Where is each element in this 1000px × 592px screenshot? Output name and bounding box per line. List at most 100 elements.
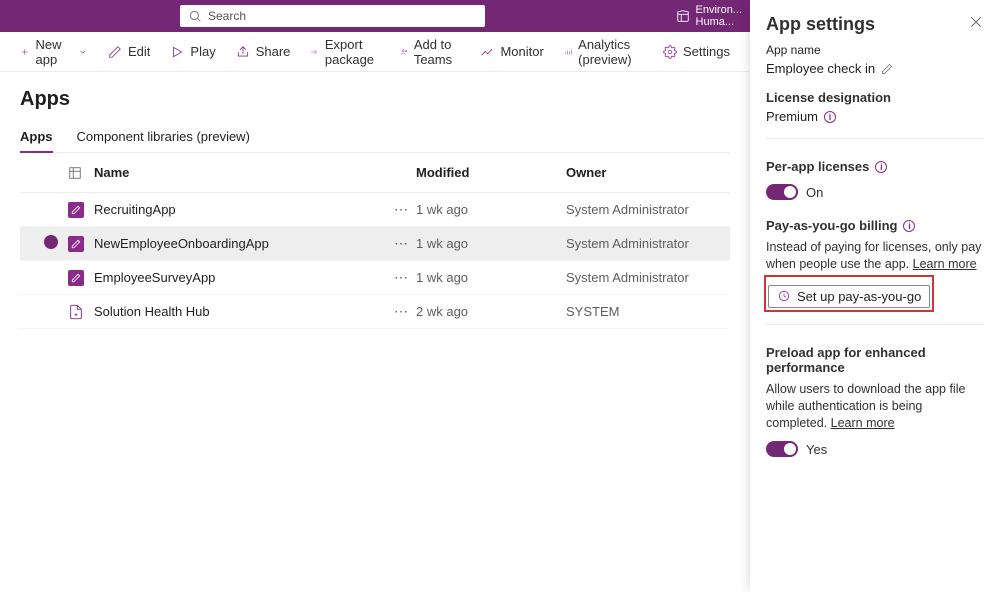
app-name-cell[interactable]: Solution Health Hub bbox=[94, 304, 394, 319]
page-title: Apps bbox=[20, 88, 730, 111]
edit-label: Edit bbox=[128, 44, 150, 59]
app-name-value: Employee check in bbox=[766, 61, 875, 76]
model-app-icon bbox=[68, 304, 84, 320]
preload-toggle[interactable] bbox=[766, 441, 798, 457]
per-app-licenses-toggle[interactable] bbox=[766, 184, 798, 200]
table-row[interactable]: Solution Health Hub⋯ 2 wk agoSYSTEM bbox=[20, 295, 730, 329]
analytics-icon bbox=[564, 45, 572, 59]
new-app-label: New app bbox=[36, 37, 71, 67]
play-icon bbox=[170, 45, 184, 59]
teams-label: Add to Teams bbox=[414, 37, 461, 67]
grid-header-row: Name Modified Owner bbox=[20, 153, 730, 193]
app-launcher-placeholder bbox=[8, 4, 32, 28]
table-row[interactable]: RecruitingApp⋯ 1 wk agoSystem Administrat… bbox=[20, 193, 730, 227]
teams-icon bbox=[400, 45, 408, 59]
tab-component-libraries[interactable]: Component libraries (preview) bbox=[77, 121, 250, 152]
canvas-app-icon bbox=[68, 202, 84, 218]
row-more-button[interactable]: ⋯ bbox=[394, 201, 409, 217]
play-label: Play bbox=[190, 44, 215, 59]
close-button[interactable] bbox=[968, 14, 984, 30]
gear-icon bbox=[663, 45, 677, 59]
play-button[interactable]: Play bbox=[162, 40, 223, 63]
license-designation-label: License designation bbox=[766, 90, 891, 105]
app-settings-panel: App settings App name Employee check in … bbox=[750, 0, 1000, 592]
pencil-icon bbox=[108, 45, 122, 59]
app-name-cell[interactable]: EmployeeSurveyApp bbox=[94, 270, 394, 285]
table-row[interactable]: NewEmployeeOnboardingApp⋯ 1 wk agoSystem … bbox=[20, 227, 730, 261]
payg-description: Instead of paying for licenses, only pay… bbox=[766, 239, 984, 273]
panel-title: App settings bbox=[766, 14, 968, 35]
close-icon bbox=[968, 14, 984, 30]
edit-button[interactable]: Edit bbox=[100, 40, 158, 63]
canvas-app-icon bbox=[68, 270, 84, 286]
preload-label: Preload app for enhanced performance bbox=[766, 345, 984, 375]
suite-header: Search Environ... Huma... bbox=[0, 0, 750, 32]
row-more-button[interactable]: ⋯ bbox=[394, 269, 409, 285]
analytics-button[interactable]: Analytics (preview) bbox=[556, 33, 651, 71]
payg-icon bbox=[777, 289, 791, 303]
app-name-label: App name bbox=[766, 43, 984, 57]
owner-cell: System Administrator bbox=[566, 270, 730, 285]
share-label: Share bbox=[256, 44, 291, 59]
info-icon[interactable]: i bbox=[824, 111, 836, 123]
owner-cell: SYSTEM bbox=[566, 304, 730, 319]
export-label: Export package bbox=[325, 37, 380, 67]
license-designation-value: Premium bbox=[766, 109, 818, 124]
environment-icon bbox=[676, 9, 690, 23]
divider bbox=[766, 138, 984, 139]
new-app-button[interactable]: New app bbox=[12, 33, 96, 71]
plus-icon bbox=[20, 45, 30, 59]
app-name-cell[interactable]: NewEmployeeOnboardingApp bbox=[94, 236, 394, 251]
modified-cell: 1 wk ago bbox=[416, 236, 566, 251]
col-header-modified[interactable]: Modified bbox=[416, 165, 566, 180]
share-button[interactable]: Share bbox=[228, 40, 299, 63]
settings-label: Settings bbox=[683, 44, 730, 59]
info-icon[interactable]: i bbox=[903, 220, 915, 232]
share-icon bbox=[236, 45, 250, 59]
environment-value: Huma... bbox=[696, 16, 742, 28]
column-picker-icon[interactable] bbox=[68, 166, 82, 180]
search-placeholder: Search bbox=[208, 9, 246, 23]
info-icon[interactable]: i bbox=[875, 161, 887, 173]
environment-label: Environ... bbox=[696, 4, 742, 16]
setup-payg-label: Set up pay-as-you-go bbox=[797, 289, 921, 304]
monitor-button[interactable]: Monitor bbox=[472, 40, 551, 63]
payg-highlight: Set up pay-as-you-go bbox=[766, 277, 932, 310]
per-app-licenses-label: Per-app licenses bbox=[766, 159, 869, 174]
monitor-icon bbox=[480, 45, 494, 59]
search-input[interactable]: Search bbox=[180, 5, 485, 27]
command-bar: New app Edit Play Share Export package A… bbox=[0, 32, 750, 72]
per-app-toggle-text: On bbox=[806, 185, 823, 200]
add-to-teams-button[interactable]: Add to Teams bbox=[392, 33, 469, 71]
table-row[interactable]: EmployeeSurveyApp⋯ 1 wk agoSystem Adminis… bbox=[20, 261, 730, 295]
learn-more-link[interactable]: Learn more bbox=[913, 257, 977, 271]
preload-description: Allow users to download the app file whi… bbox=[766, 381, 984, 432]
canvas-app-icon bbox=[68, 236, 84, 252]
modified-cell: 1 wk ago bbox=[416, 202, 566, 217]
row-more-button[interactable]: ⋯ bbox=[394, 303, 409, 319]
tab-bar: Apps Component libraries (preview) bbox=[20, 121, 730, 153]
modified-cell: 2 wk ago bbox=[416, 304, 566, 319]
payg-label: Pay-as-you-go billing bbox=[766, 218, 897, 233]
owner-cell: System Administrator bbox=[566, 202, 730, 217]
owner-cell: System Administrator bbox=[566, 236, 730, 251]
divider bbox=[766, 324, 984, 325]
setup-payg-button[interactable]: Set up pay-as-you-go bbox=[768, 285, 930, 308]
tab-apps[interactable]: Apps bbox=[20, 121, 53, 152]
export-package-button[interactable]: Export package bbox=[302, 33, 387, 71]
chevron-down-icon bbox=[78, 45, 88, 59]
export-icon bbox=[310, 45, 318, 59]
col-header-owner[interactable]: Owner bbox=[566, 165, 730, 180]
row-more-button[interactable]: ⋯ bbox=[394, 235, 409, 251]
learn-more-link[interactable]: Learn more bbox=[831, 416, 895, 430]
col-header-name[interactable]: Name bbox=[94, 165, 394, 180]
modified-cell: 1 wk ago bbox=[416, 270, 566, 285]
edit-app-name-button[interactable] bbox=[881, 63, 893, 75]
search-icon bbox=[188, 9, 202, 23]
environment-picker[interactable]: Environ... Huma... bbox=[676, 4, 742, 28]
monitor-label: Monitor bbox=[500, 44, 543, 59]
preload-toggle-text: Yes bbox=[806, 442, 827, 457]
app-name-cell[interactable]: RecruitingApp bbox=[94, 202, 394, 217]
analytics-label: Analytics (preview) bbox=[578, 37, 643, 67]
settings-button[interactable]: Settings bbox=[655, 40, 738, 63]
